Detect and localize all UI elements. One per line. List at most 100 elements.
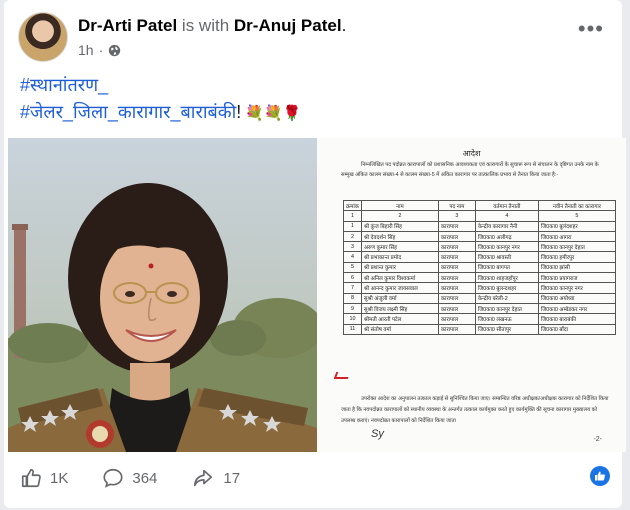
table-cell: श्रीमती आरती पटेल [360, 313, 439, 325]
table-subheader-row: 1 2 3 4 5 [343, 210, 616, 222]
table-cell: 7 [343, 282, 362, 294]
table-row: 11 श्री संतोष वर्मा कारापाल जि0का0 सीतापुर ज… [343, 323, 616, 335]
thumbs-up-small-icon [595, 471, 605, 481]
hashtag-link[interactable]: #जेलर_जिला_कारागार_बाराबंकी [20, 102, 236, 122]
order-document[interactable]: आदेश निम्नलिखित पद पदोन्नत कारापालों को … [317, 138, 626, 452]
table-cell: केन्द्रीय बरेली-2 [474, 292, 539, 304]
dot-separator: · [98, 42, 104, 58]
portrait-illustration [8, 138, 317, 452]
table-cell: कारापाल [437, 323, 476, 335]
caption-line-2: #जेलर_जिला_कारागार_बाराबंकी! 💐💐🌹 [20, 99, 301, 127]
header-cell: पद नाम [437, 199, 476, 212]
header-cell: नवीन तैनाती का कारागार [537, 199, 616, 212]
document-footer: उपरोक्त आदेश का अनुपालन तत्काल कड़ाई से … [341, 396, 609, 424]
globe-icon [109, 44, 121, 56]
action-bar: 1K 364 17 [20, 458, 618, 498]
table-cell: श्री अनिल कुमार विश्वकर्मा [360, 272, 439, 284]
post-header: Dr-Arti Patel is with Dr-Anuj Patel. 1h … [18, 12, 608, 62]
comment-button[interactable]: 364 [102, 467, 157, 489]
comment-count: 364 [132, 469, 158, 487]
share-button[interactable]: 17 [191, 467, 240, 489]
author-avatar[interactable] [18, 12, 68, 62]
table-cell: जि0का0 लखनऊ [474, 313, 539, 325]
period: . [341, 16, 347, 35]
red-underline-mark [333, 372, 351, 379]
header-cell: वर्तमान तैनाती [474, 199, 539, 212]
table-cell: जि0का0 कानपुर देहात [537, 241, 616, 253]
table-cell: श्री प्रभाकान्त प्रमोद [360, 251, 439, 263]
post-card: Dr-Arti Patel is with Dr-Anuj Patel. 1h … [4, 0, 626, 508]
table-row: 6 श्री अनिल कुमार विश्वकर्मा कारापाल जि0का0… [343, 272, 616, 284]
table-cell: जि0का0 प्रयागराज [537, 272, 616, 284]
caption-line-1[interactable]: #स्थानांतरण_ [20, 72, 301, 99]
table-cell: जि0का0 अम्बेडकर नगर [537, 302, 616, 315]
header-cell: नाम [360, 199, 439, 212]
table-cell: श्री कुंज बिहारी सिंह [360, 220, 439, 232]
like-button[interactable]: 1K [20, 467, 68, 489]
table-cell: कारापाल [437, 292, 476, 304]
table-cell: जि0का0 आगरा [537, 230, 616, 243]
table-cell: जि0का0 कानपुर नगर [537, 282, 616, 294]
table-cell: कारापाल [437, 261, 476, 274]
table-cell: कारापाल [437, 251, 476, 263]
subheader-cell: 5 [537, 210, 616, 222]
document-title: आदेश [462, 149, 481, 158]
table-cell: श्री देवदर्शन सिंह [360, 230, 439, 243]
post-time[interactable]: 1h [78, 42, 94, 58]
like-reaction-icon[interactable] [590, 466, 610, 486]
table-row: 9 सुश्री विजय लक्ष्मी सिंह कारापाल जि0का0 क… [343, 302, 616, 315]
subheader-cell: 1 [343, 210, 362, 222]
post-media: आदेश निम्नलिखित पद पदोन्नत कारापालों को … [8, 138, 626, 452]
like-count: 1K [50, 469, 69, 487]
table-cell: सुश्री विजय लक्ष्मी सिंह [360, 302, 439, 315]
table-body: 1 श्री कुंज बिहारी सिंह कारापाल केन्द्रीय क… [343, 220, 616, 335]
table-row: 1 श्री कुंज बिहारी सिंह कारापाल केन्द्रीय क… [343, 220, 616, 232]
table-cell: 9 [343, 302, 362, 315]
tagged-name[interactable]: Dr-Anuj Patel [234, 16, 342, 35]
table-cell: जि0का0 अलीगढ़ [474, 230, 539, 243]
table-cell: 5 [343, 261, 362, 274]
table-cell: जि0का0 कानपुर नगर [474, 241, 539, 253]
table-row: 8 सुश्री अंजुली वर्मा कारापाल केन्द्रीय बरे… [343, 292, 616, 304]
portrait-photo[interactable] [8, 138, 317, 452]
share-icon [194, 469, 213, 487]
table-cell: अरुण कुमार सिंह [360, 241, 439, 253]
table-cell: श्री संतोष वर्मा [360, 323, 439, 335]
more-options-icon[interactable]: ••• [578, 18, 604, 40]
table-cell: श्री आनन्द कुमार जायसवाल [360, 282, 439, 294]
table-cell: जि0का0 झांसी [537, 261, 616, 274]
table-cell: कारापाल [437, 313, 476, 325]
header-cell: क्रमांक [343, 199, 362, 212]
table-cell: कारापाल [437, 241, 476, 253]
table-cell: जि0का0 बाराबंकी [537, 313, 616, 325]
table-cell: जि0का0 कानपुर देहात [474, 302, 539, 315]
table-cell: जि0का0 हमीरपुर [537, 251, 616, 263]
share-count: 17 [223, 469, 241, 487]
subheader-cell: 3 [437, 210, 476, 222]
thumbs-up-icon [21, 468, 41, 488]
page-number: -2- [593, 436, 602, 443]
table-cell: जि0का0 बुलन्दशहर [474, 282, 539, 294]
author-name[interactable]: Dr-Arti Patel [78, 16, 177, 35]
transfer-table: क्रमांक नाम पद नाम वर्तमान तैनाती नवीन त… [343, 199, 616, 335]
table-cell: जि0का0 सीतापुर [474, 323, 539, 335]
with-text: is with [181, 16, 230, 35]
flower-emojis: 💐💐🌹 [245, 105, 302, 122]
table-cell: जि0का0 श्रावस्ती [474, 251, 539, 263]
table-cell: कारापाल [437, 272, 476, 284]
table-cell: कारापाल [437, 282, 476, 294]
table-cell: केन्द्रीय कारागार नैनी [474, 220, 539, 232]
table-row: 2 श्री देवदर्शन सिंह कारापाल जि0का0 अलीगढ़ ज… [343, 230, 616, 243]
table-cell: जि0का0 अयोध्या [537, 292, 616, 304]
table-cell: जि0का0 शाहजहाँपुर [474, 272, 539, 284]
subheader-cell: 4 [474, 210, 539, 222]
signature: Sy [371, 428, 384, 440]
table-cell: सुश्री अंजुली वर्मा [360, 292, 439, 304]
table-row: 4 श्री प्रभाकान्त प्रमोद कारापाल जि0का0 श्र… [343, 251, 616, 263]
table-cell: जि0का0 बाँदा [537, 323, 616, 335]
table-cell: 6 [343, 272, 362, 284]
table-cell: 1 [343, 220, 362, 232]
table-cell: कारापाल [437, 302, 476, 315]
table-cell: कारापाल [437, 220, 476, 232]
subheader-cell: 2 [360, 210, 439, 222]
